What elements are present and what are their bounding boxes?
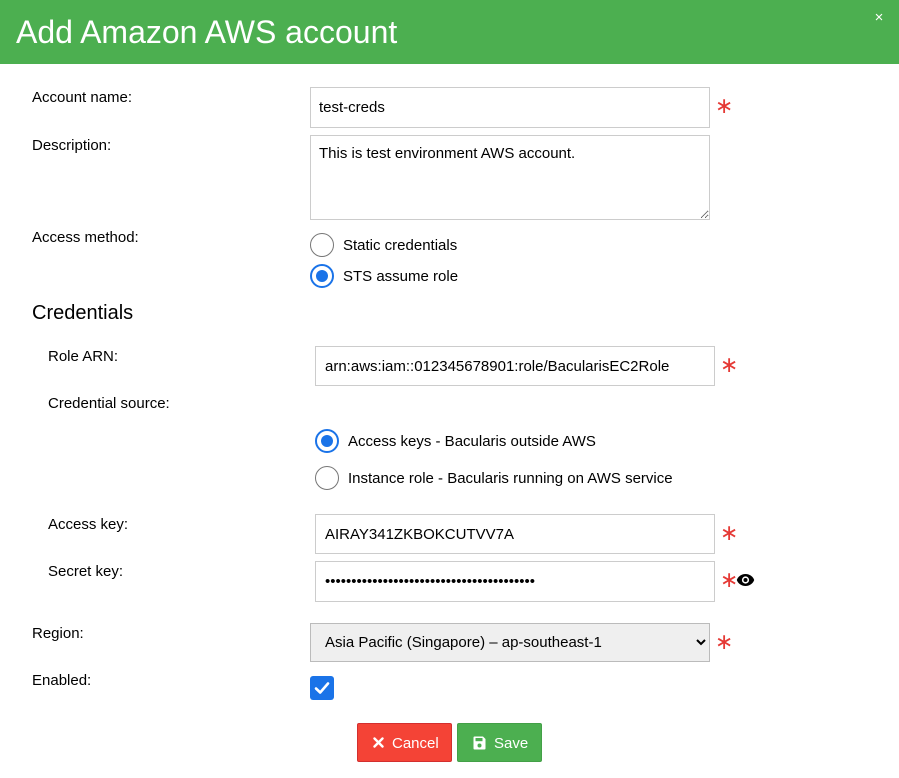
required-asterisk-icon: ∗ [715,94,734,119]
description-textarea[interactable]: This is test environment AWS account. [310,135,710,220]
cancel-button-label: Cancel [392,735,439,752]
save-button-label: Save [494,735,529,752]
cancel-button[interactable]: Cancel [357,723,452,762]
radio-static-credentials[interactable] [310,233,334,257]
enabled-checkbox[interactable] [310,676,334,700]
access-method-label: Access method: [32,229,139,246]
save-button[interactable]: Save [457,723,542,762]
secret-key-label: Secret key: [48,563,124,580]
radio-sts-assume-role-label[interactable]: STS assume role [343,268,458,286]
required-asterisk-icon: ∗ [720,353,739,378]
floppy-disk-icon [473,736,486,750]
account-name-input[interactable] [310,87,710,128]
times-icon [373,737,384,748]
account-name-label: Account name: [32,89,133,106]
credential-source-label: Credential source: [48,395,170,412]
description-label: Description: [32,137,112,154]
dialog-header: Add Amazon AWS account × [0,0,899,64]
radio-access-keys-label[interactable]: Access keys - Bacularis outside AWS [348,433,596,451]
role-arn-input[interactable] [315,346,715,386]
enabled-label: Enabled: [32,672,92,689]
dialog-title: Add Amazon AWS account [16,14,398,50]
checkmark-icon [314,682,330,694]
region-label: Region: [32,625,84,642]
eye-icon[interactable] [736,573,755,587]
secret-key-input[interactable] [315,561,715,602]
radio-instance-role[interactable] [315,466,339,490]
access-key-label: Access key: [48,516,129,533]
radio-sts-assume-role[interactable] [310,264,334,288]
credentials-section-title: Credentials [32,302,134,324]
radio-instance-role-label[interactable]: Instance role - Bacularis running on AWS… [348,470,673,488]
access-key-input[interactable] [315,514,715,554]
region-select[interactable]: Asia Pacific (Singapore) – ap-southeast-… [310,623,710,662]
role-arn-label: Role ARN: [48,348,119,365]
radio-static-credentials-label[interactable]: Static credentials [343,237,457,255]
required-asterisk-icon: ∗ [720,521,739,546]
close-icon[interactable]: × [872,9,886,27]
required-asterisk-icon: ∗ [715,630,734,655]
radio-access-keys[interactable] [315,429,339,453]
